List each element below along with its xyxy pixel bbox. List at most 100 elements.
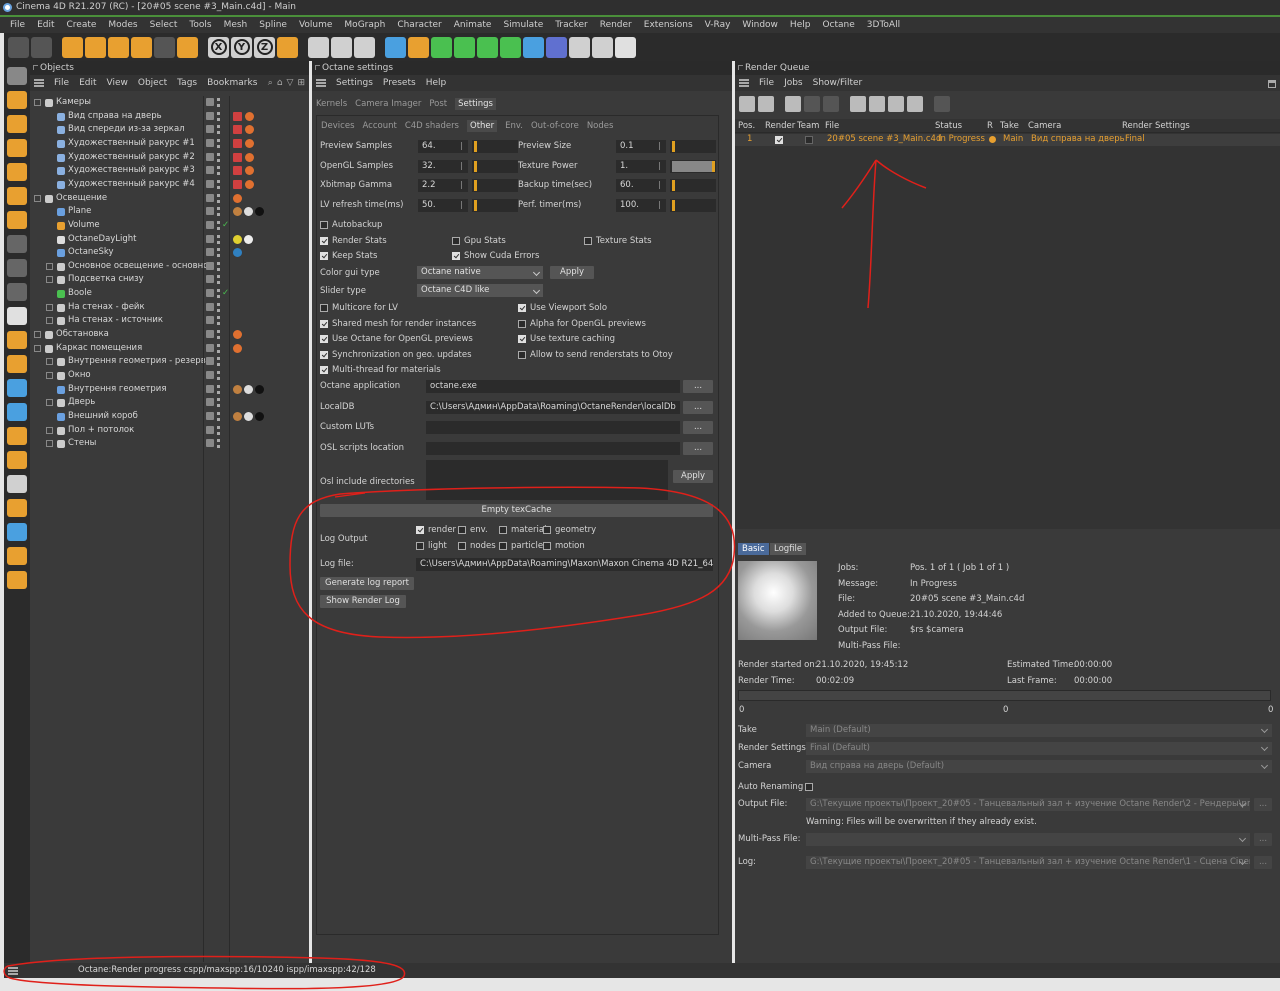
column-header-file[interactable]: File <box>825 121 839 131</box>
remove-icon[interactable] <box>934 96 950 112</box>
visibility-check-icon[interactable] <box>206 302 214 311</box>
option-left-2-checkbox[interactable] <box>320 335 328 343</box>
visibility-check-icon[interactable] <box>206 152 214 161</box>
log-material-checkbox[interactable] <box>499 526 507 534</box>
column-header-render-settings[interactable]: Render Settings <box>1122 121 1190 131</box>
column-header-status[interactable]: Status <box>935 121 962 131</box>
picture-viewer-icon[interactable] <box>888 96 904 112</box>
expand-toggle-icon[interactable] <box>46 440 53 448</box>
expand-toggle-icon[interactable] <box>34 99 41 106</box>
editor-render-visibility-icon[interactable] <box>217 371 220 380</box>
browse-button[interactable]: ... <box>683 400 713 414</box>
param-value-field[interactable]: 60. <box>616 179 666 192</box>
render-queue-menu-file[interactable]: File <box>759 78 774 88</box>
floor-icon[interactable] <box>569 36 590 58</box>
weight-icon[interactable] <box>7 451 27 469</box>
spinner-arrows-icon[interactable] <box>659 161 663 170</box>
slider-knob[interactable] <box>672 199 675 211</box>
option-left-4-checkbox[interactable] <box>320 366 328 374</box>
option-left-1-checkbox[interactable] <box>320 319 328 328</box>
param-value-field[interactable]: 32. <box>418 159 468 173</box>
path-field[interactable] <box>426 442 680 456</box>
visibility-check-icon[interactable] <box>206 207 214 216</box>
objects-menu-object[interactable]: Object <box>138 78 167 88</box>
editor-render-visibility-icon[interactable] <box>217 384 220 394</box>
table-row[interactable]: Вид справа на дверь <box>30 110 306 123</box>
pen-icon[interactable] <box>408 36 429 58</box>
visibility-check-icon[interactable] <box>206 220 214 229</box>
editor-render-visibility-icon[interactable] <box>217 248 220 258</box>
expand-toggle-icon[interactable] <box>46 399 53 407</box>
log-nodes-checkbox[interactable] <box>458 542 466 550</box>
live-selection-icon[interactable] <box>62 36 83 58</box>
uv-icon[interactable] <box>7 499 27 517</box>
expand-toggle-icon[interactable] <box>46 426 53 434</box>
recent-tools-icon[interactable] <box>154 36 175 58</box>
menu-item-select[interactable]: Select <box>144 20 184 30</box>
tab-settings[interactable]: Settings <box>455 98 496 110</box>
motion-icon[interactable] <box>7 571 27 589</box>
menu-item-simulate[interactable]: Simulate <box>497 20 549 30</box>
param-value-field[interactable]: 2.2 <box>418 179 468 192</box>
log-field[interactable]: G:\Текущие проекты\Проект_20#05 - Танцев… <box>806 856 1250 869</box>
visibility-check-icon[interactable] <box>206 330 214 339</box>
subdivision-icon[interactable] <box>454 36 475 58</box>
menu-item-tools[interactable]: Tools <box>183 20 217 30</box>
visibility-check-icon[interactable] <box>206 248 214 257</box>
gpu-stats-checkbox[interactable] <box>452 237 460 245</box>
menu-item-edit[interactable]: Edit <box>31 20 60 30</box>
subtab-devices[interactable]: Devices <box>321 121 355 131</box>
editor-render-visibility-icon[interactable] <box>217 207 220 217</box>
editor-render-visibility-icon[interactable] <box>217 425 220 435</box>
visibility-check-icon[interactable] <box>206 125 214 134</box>
param-slider[interactable] <box>472 140 518 153</box>
generator-icon[interactable] <box>431 36 452 58</box>
editor-render-visibility-icon[interactable] <box>217 275 220 285</box>
expand-toggle-icon[interactable] <box>46 262 53 270</box>
paint-icon[interactable] <box>7 475 27 493</box>
snap-settings-icon[interactable] <box>7 259 27 277</box>
visibility-check-icon[interactable] <box>206 425 214 434</box>
show-cuda-errors-checkbox[interactable] <box>452 252 460 260</box>
expand-toggle-icon[interactable] <box>34 194 41 202</box>
menu-item-volume[interactable]: Volume <box>293 20 338 30</box>
table-row[interactable]: Стены <box>30 437 306 450</box>
detail-tab-logfile[interactable]: Logfile <box>770 543 807 555</box>
multipass-file-browse-button[interactable]: ... <box>1254 833 1272 846</box>
visibility-check-icon[interactable] <box>206 357 214 366</box>
table-row[interactable]: Внутрення геометрия <box>30 383 306 396</box>
expand-toggle-icon[interactable] <box>46 372 53 379</box>
menu-item-create[interactable]: Create <box>61 20 103 30</box>
sculpt-icon[interactable] <box>7 523 27 541</box>
magnet-icon[interactable] <box>7 331 27 349</box>
menu-item-character[interactable]: Character <box>391 20 447 30</box>
output-file-field[interactable]: G:\Текущие проекты\Проект_20#05 - Танцев… <box>806 798 1250 811</box>
clear-queue-icon[interactable] <box>823 96 839 112</box>
log-env-checkbox[interactable] <box>458 526 466 534</box>
add-file-icon[interactable] <box>758 96 774 112</box>
editor-render-visibility-icon[interactable] <box>217 193 220 203</box>
menu-item-mesh[interactable]: Mesh <box>218 20 254 30</box>
editor-render-visibility-icon[interactable] <box>217 125 220 135</box>
symmetry-icon[interactable] <box>523 36 544 58</box>
option-right-0-checkbox[interactable] <box>518 304 526 312</box>
editor-render-visibility-icon[interactable] <box>217 316 220 326</box>
menu-item-v-ray[interactable]: V-Ray <box>699 20 737 30</box>
log-motion-checkbox[interactable] <box>543 542 551 550</box>
table-row[interactable]: Основное освещение - основное <box>30 260 306 273</box>
auto-renaming-checkbox[interactable] <box>805 783 813 791</box>
column-header-take[interactable]: Take <box>1000 121 1019 131</box>
table-row[interactable]: Освещение <box>30 192 306 205</box>
stop-render-icon[interactable] <box>804 96 820 112</box>
status-menu-icon[interactable] <box>8 967 18 975</box>
table-row[interactable]: Вид спереди из-за зеркал <box>30 123 306 136</box>
visibility-check-icon[interactable] <box>206 439 214 448</box>
log-light-checkbox[interactable] <box>416 542 424 550</box>
slider-knob[interactable] <box>474 180 477 191</box>
render-queue-menu-icon[interactable] <box>739 79 749 87</box>
move-icon[interactable] <box>85 36 106 58</box>
column-header-r[interactable]: R <box>987 121 993 131</box>
editor-render-visibility-icon[interactable] <box>217 302 220 312</box>
visibility-check-icon[interactable] <box>206 193 214 202</box>
param-value-field[interactable]: 0.1 <box>616 140 666 153</box>
